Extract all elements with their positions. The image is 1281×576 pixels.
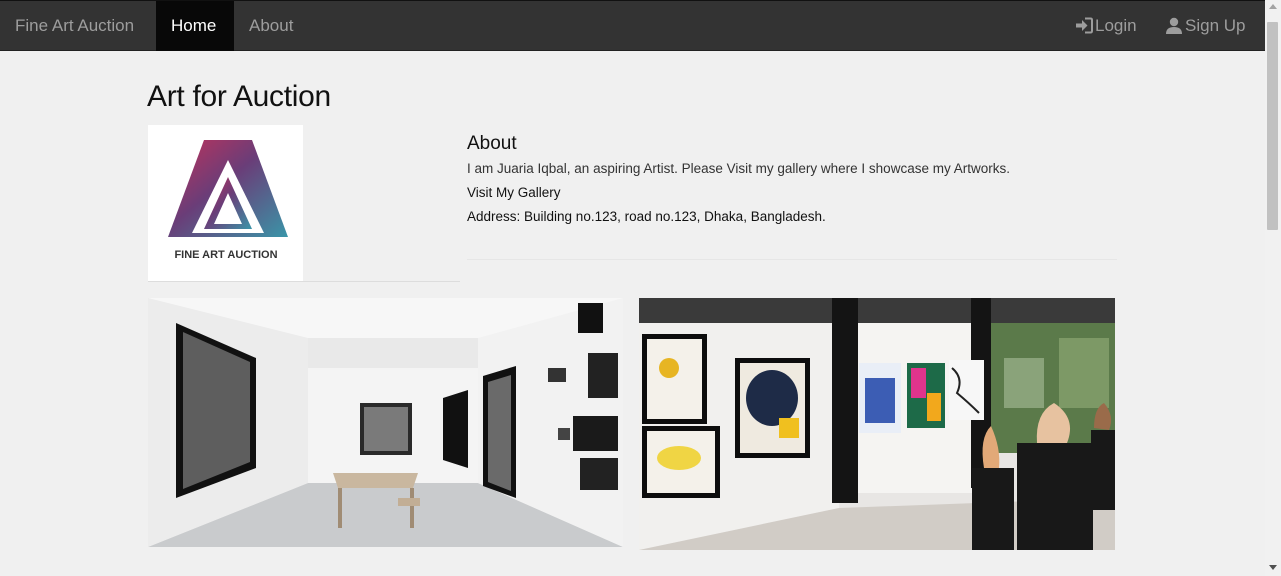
brand-link[interactable]: Fine Art Auction <box>15 1 134 51</box>
nav-signup[interactable]: Sign Up <box>1150 1 1260 51</box>
login-label: Login <box>1095 16 1137 35</box>
scroll-up-arrow-icon[interactable] <box>1269 4 1277 9</box>
address-text: Address: Building no.123, road no.123, D… <box>467 209 826 224</box>
signup-label: Sign Up <box>1185 16 1246 35</box>
logo-text: FINE ART AUCTION <box>174 249 277 261</box>
scroll-thumb[interactable] <box>1267 22 1278 230</box>
nav-home[interactable]: Home <box>156 1 234 51</box>
gallery-photo-2 <box>639 298 1115 550</box>
navbar: Fine Art Auction Home About Login Sign U… <box>0 0 1265 51</box>
about-section: About I am Juaria Iqbal, an aspiring Art… <box>467 133 1117 224</box>
logo-image: FINE ART AUCTION <box>148 125 303 282</box>
visit-gallery-link[interactable]: Visit My Gallery <box>467 185 1117 200</box>
page-scrollbar[interactable] <box>1265 0 1281 576</box>
nav-about[interactable]: About <box>234 1 308 51</box>
user-icon <box>1166 17 1182 34</box>
page-title: Art for Auction <box>147 80 331 113</box>
logo-divider <box>148 281 460 282</box>
logo-graphic: FINE ART AUCTION <box>160 137 291 262</box>
about-divider <box>467 259 1117 260</box>
about-heading: About <box>467 133 517 154</box>
about-text: I am Juaria Iqbal, an aspiring Artist. P… <box>467 161 1010 176</box>
gallery-photo-1 <box>148 298 623 547</box>
nav-login[interactable]: Login <box>1060 1 1152 51</box>
scroll-down-arrow-icon[interactable] <box>1269 565 1277 570</box>
login-icon <box>1076 17 1093 34</box>
